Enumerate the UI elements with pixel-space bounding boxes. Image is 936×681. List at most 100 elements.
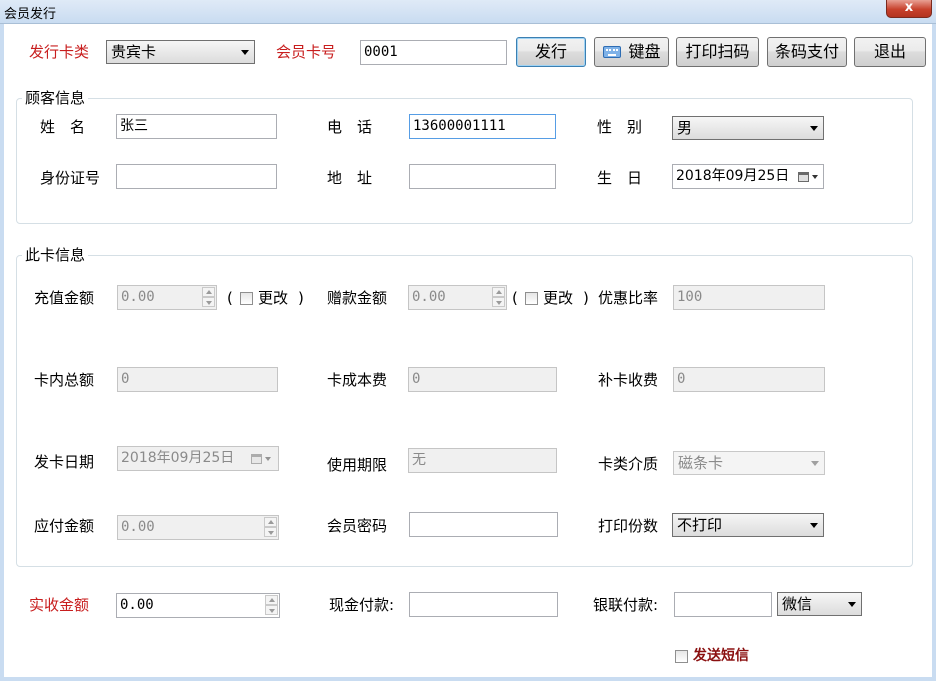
validity-input[interactable]: 无 — [408, 448, 557, 473]
chevron-down-icon — [241, 50, 249, 55]
chevron-down-icon — [811, 461, 819, 466]
name-input[interactable]: 张三 — [116, 114, 277, 139]
sms-label: 发送短信 — [693, 648, 749, 664]
gender-value: 男 — [677, 119, 693, 137]
bonus-input[interactable]: 0.00 — [408, 285, 507, 310]
spin-up-icon — [265, 595, 278, 605]
phone-label: 电 话 — [327, 118, 373, 136]
total-label: 卡内总额 — [34, 371, 95, 389]
spin-up-icon — [492, 287, 505, 297]
recharge-paren-close: ) — [298, 289, 304, 307]
issue-date-picker[interactable]: 2018年09月25日 — [117, 446, 279, 471]
total-input[interactable]: 0 — [117, 367, 278, 392]
payable-input[interactable]: 0.00 — [117, 515, 279, 540]
received-value: 0.00 — [120, 597, 154, 613]
unionpay-input[interactable] — [674, 592, 772, 617]
card-no-label: 会员卡号 — [276, 43, 337, 61]
medium-label: 卡类介质 — [598, 455, 659, 473]
card-type-value: 贵宾卡 — [111, 43, 157, 61]
bonus-change-label: 更改 — [543, 289, 574, 307]
cash-label: 现金付款: — [329, 596, 395, 614]
spin-down-icon — [202, 297, 215, 307]
name-label: 姓 名 — [40, 118, 86, 136]
gender-select[interactable]: 男 — [672, 116, 824, 140]
recharge-change-checkbox[interactable] — [240, 292, 253, 305]
window-border-left — [0, 24, 4, 681]
id-label: 身份证号 — [40, 169, 101, 187]
received-label: 实收金额 — [29, 596, 90, 614]
recharge-change-label: 更改 — [258, 289, 289, 307]
recharge-input[interactable]: 0.00 — [117, 285, 217, 310]
print-scan-button[interactable]: 打印扫码 — [676, 37, 759, 67]
unionpay-label: 银联付款: — [593, 596, 659, 614]
bonus-paren-open: ( — [512, 289, 518, 307]
birthday-value: 2018年09月25日 — [676, 168, 790, 184]
reissue-label: 补卡收费 — [598, 371, 659, 389]
card-info-title: 此卡信息 — [22, 246, 89, 264]
customer-info-title: 顾客信息 — [22, 89, 89, 107]
discount-input[interactable]: 100 — [673, 285, 825, 310]
payable-spinner[interactable] — [264, 517, 277, 537]
bonus-paren-close: ) — [583, 289, 589, 307]
recharge-value: 0.00 — [121, 289, 155, 305]
window-border-right — [932, 24, 936, 681]
birthday-label: 生 日 — [597, 169, 643, 187]
chevron-down-icon — [810, 126, 818, 131]
spin-up-icon — [264, 517, 277, 527]
received-input[interactable]: 0.00 — [116, 593, 280, 618]
issue-button[interactable]: 发行 — [516, 37, 586, 67]
card-type-label: 发行卡类 — [29, 43, 90, 61]
exit-button[interactable]: 退出 — [854, 37, 926, 67]
window-title: 会员发行 — [4, 7, 57, 22]
chevron-down-icon — [265, 457, 271, 461]
keyboard-button-label: 键盘 — [628, 42, 661, 61]
address-label: 地 址 — [327, 169, 373, 187]
title-bar: 会员发行 x — [0, 0, 936, 24]
password-input[interactable] — [409, 512, 558, 537]
spin-down-icon — [264, 527, 277, 537]
recharge-paren-open: ( — [227, 289, 233, 307]
sms-checkbox[interactable] — [675, 650, 688, 663]
birthday-picker[interactable]: 2018年09月25日 — [672, 164, 824, 189]
calendar-icon — [251, 454, 262, 464]
medium-value: 磁条卡 — [678, 454, 724, 472]
chevron-down-icon — [848, 602, 856, 607]
payable-value: 0.00 — [121, 519, 155, 535]
payment-method-select[interactable]: 微信 — [777, 592, 862, 616]
password-label: 会员密码 — [327, 517, 388, 535]
recharge-label: 充值金额 — [34, 289, 95, 307]
copies-label: 打印份数 — [598, 517, 659, 535]
close-icon: x — [904, 0, 914, 15]
recharge-spinner[interactable] — [202, 287, 215, 307]
card-type-select[interactable]: 贵宾卡 — [106, 40, 255, 64]
spin-up-icon — [202, 287, 215, 297]
cost-label: 卡成本费 — [327, 371, 388, 389]
bonus-value: 0.00 — [412, 289, 446, 305]
gender-label: 性 别 — [597, 118, 643, 136]
window-border-bottom — [0, 677, 936, 681]
cost-input[interactable]: 0 — [408, 367, 557, 392]
bonus-spinner[interactable] — [492, 287, 505, 307]
copies-select[interactable]: 不打印 — [672, 513, 824, 537]
spin-down-icon — [492, 297, 505, 307]
calendar-icon — [798, 172, 809, 182]
discount-label: 优惠比率 — [598, 289, 659, 307]
payable-label: 应付金额 — [34, 517, 95, 535]
phone-input[interactable]: 13600001111 — [409, 114, 556, 139]
chevron-down-icon — [812, 175, 818, 179]
close-button[interactable]: x — [886, 0, 932, 18]
bonus-label: 赠款金额 — [327, 289, 388, 307]
bonus-change-checkbox[interactable] — [525, 292, 538, 305]
id-input[interactable] — [116, 164, 277, 189]
barcode-pay-button[interactable]: 条码支付 — [767, 37, 847, 67]
copies-value: 不打印 — [677, 516, 723, 534]
cash-input[interactable] — [409, 592, 558, 617]
reissue-input[interactable]: 0 — [673, 367, 825, 392]
received-spinner[interactable] — [265, 595, 278, 615]
address-input[interactable] — [409, 164, 556, 189]
medium-select[interactable]: 磁条卡 — [673, 451, 825, 475]
keyboard-button[interactable]: 键盘 — [594, 37, 669, 67]
chevron-down-icon — [810, 523, 818, 528]
card-no-input[interactable]: 0001 — [360, 40, 507, 65]
validity-label: 使用期限 — [327, 456, 388, 474]
